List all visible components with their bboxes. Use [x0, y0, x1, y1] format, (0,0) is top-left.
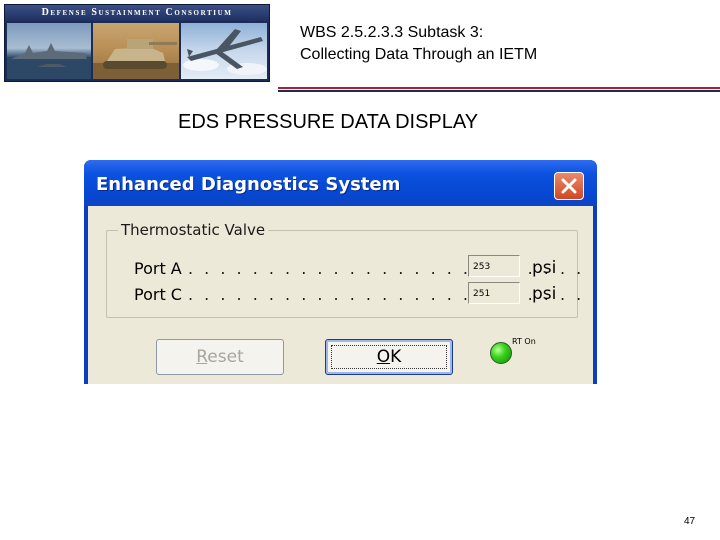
port-a-row: Port A . . . . . . . . . . . . . . . . .… [134, 258, 581, 280]
port-a-value-field: 253 [468, 255, 520, 277]
rt-status-label: RT On [512, 337, 536, 346]
section-title: EDS PRESSURE DATA DISPLAY [178, 111, 479, 133]
ok-focus-rect [331, 345, 447, 369]
port-c-unit: psi [532, 284, 557, 304]
slide-title-line-1: WBS 2.5.2.3.3 Subtask 3: [300, 24, 484, 41]
status-led-icon [490, 342, 512, 364]
port-c-value-field: 251 [468, 282, 520, 304]
header-rule-red [278, 87, 720, 89]
banner-text: Defense Sustainment Consortium [5, 5, 269, 21]
dialog-titlebar[interactable]: Enhanced Diagnostics System [84, 160, 597, 206]
close-button[interactable] [554, 172, 584, 200]
port-c-label: Port C [134, 285, 182, 304]
ship-photo [7, 23, 91, 79]
tank-photo [93, 23, 179, 79]
consortium-banner: Defense Sustainment Consortium [4, 4, 270, 82]
reset-label-rest: eset [207, 347, 244, 367]
reset-mnemonic: R [196, 347, 208, 367]
port-a-label: Port A [134, 259, 182, 278]
port-c-row: Port C . . . . . . . . . . . . . . . . .… [134, 284, 581, 306]
ok-button[interactable]: OK [325, 339, 453, 375]
dialog-client-area: Thermostatic Valve Port A . . . . . . . … [88, 206, 593, 384]
eds-dialog-window: Enhanced Diagnostics System Thermostatic… [84, 160, 597, 384]
group-label: Thermostatic Valve [118, 221, 269, 239]
close-x-icon [561, 178, 577, 194]
slide-title: WBS 2.5.2.3.3 Subtask 3: Collecting Data… [300, 22, 700, 66]
slide-title-line-2: Collecting Data Through an IETM [300, 46, 538, 63]
port-c-leader-dots: . . . . . . . . . . . . . . . . . . . . … [188, 285, 585, 304]
reset-button[interactable]: Reset [156, 339, 284, 375]
dialog-title: Enhanced Diagnostics System [96, 174, 401, 195]
aircraft-photo [181, 23, 267, 79]
port-a-unit: psi [532, 258, 557, 278]
header-rule-navy [278, 90, 720, 92]
page-number: 47 [684, 516, 696, 527]
port-a-leader-dots: . . . . . . . . . . . . . . . . . . . . … [188, 259, 585, 278]
